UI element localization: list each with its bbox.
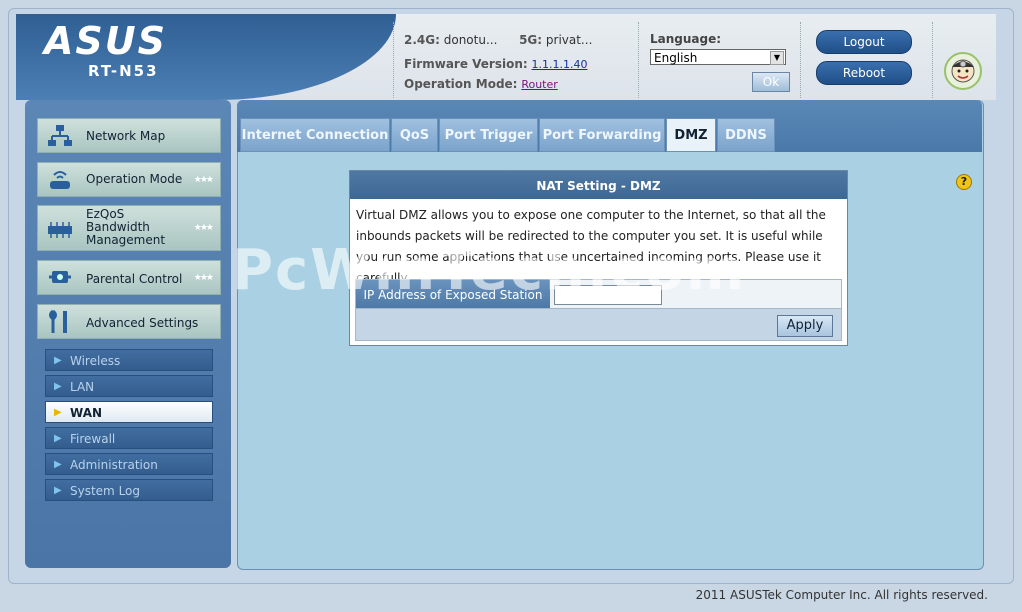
status-info: 2.4G: donotu... 5G: privat... Firmware V… xyxy=(404,32,592,96)
submenu-wireless[interactable]: ▶ Wireless xyxy=(45,349,213,371)
submenu-label: Wireless xyxy=(70,354,121,368)
arrow-right-icon: ▶ xyxy=(54,433,62,444)
arrow-right-icon: ▶ xyxy=(54,459,62,470)
apply-button[interactable]: Apply xyxy=(777,315,833,337)
tab-port-trigger[interactable]: Port Trigger xyxy=(439,118,538,152)
firmware-link[interactable]: 1.1.1.1.40 xyxy=(532,58,588,71)
watermark: PcWinTech.com xyxy=(232,238,747,303)
firmware-label: Firmware Version: xyxy=(404,57,528,71)
wrench-icon xyxy=(46,309,74,335)
network-map-icon xyxy=(46,123,74,149)
submenu-label: WAN xyxy=(70,406,103,420)
tab-dmz[interactable]: DMZ xyxy=(666,118,716,152)
menu-label: Operation Mode xyxy=(86,172,183,186)
tab-ddns[interactable]: DDNS xyxy=(717,118,775,152)
submenu-administration[interactable]: ▶ Administration xyxy=(45,453,213,475)
menu-parental-control[interactable]: Parental Control ★★★ xyxy=(37,260,221,295)
help-icon[interactable]: ? xyxy=(956,174,972,190)
menu-label-line: Bandwidth xyxy=(86,220,150,234)
tab-qos[interactable]: QoS xyxy=(391,118,438,152)
opmode-link[interactable]: Router xyxy=(521,78,557,91)
router-icon xyxy=(46,167,74,193)
arrow-right-icon: ▶ xyxy=(54,485,62,496)
language-select[interactable]: English ▼ xyxy=(650,49,786,65)
submenu-lan[interactable]: ▶ LAN xyxy=(45,375,213,397)
stars-icon: ★★★ xyxy=(193,175,214,185)
header-divider xyxy=(638,22,639,98)
header-divider xyxy=(393,22,394,98)
submenu-wan[interactable]: ▶ WAN xyxy=(45,401,213,423)
model-name: RT-N53 xyxy=(88,62,159,80)
stars-icon: ★★★ xyxy=(193,273,214,283)
submenu-label: Firewall xyxy=(70,432,116,446)
logout-button[interactable]: Logout xyxy=(816,30,912,54)
button-row: Apply xyxy=(355,309,842,341)
language-value: English xyxy=(654,51,698,65)
copyright-footer: 2011 ASUSTek Computer Inc. All rights re… xyxy=(695,588,988,602)
ssid-24-value[interactable]: donotu... xyxy=(444,33,498,47)
menu-network-map[interactable]: Network Map xyxy=(37,118,221,153)
language-ok-button[interactable]: Ok xyxy=(752,72,790,92)
submenu-label: LAN xyxy=(70,380,95,394)
menu-label: Parental Control xyxy=(86,272,183,286)
arrow-right-icon: ▶ xyxy=(54,355,62,366)
menu-label: Advanced Settings xyxy=(86,316,199,330)
ssid-5-value[interactable]: privat... xyxy=(546,33,593,47)
qos-icon xyxy=(46,216,74,242)
menu-label-line: Management xyxy=(86,233,166,247)
submenu-label: System Log xyxy=(70,484,140,498)
header-divider xyxy=(800,22,801,98)
language-label: Language: xyxy=(650,32,722,46)
menu-label: EzQoS Bandwidth Management xyxy=(86,208,165,247)
parental-control-icon xyxy=(46,265,74,291)
stars-icon: ★★★ xyxy=(193,223,214,233)
submenu-firewall[interactable]: ▶ Firewall xyxy=(45,427,213,449)
ssid-24-label: 2.4G: xyxy=(404,33,440,47)
asus-logo: ASUS xyxy=(44,19,168,63)
menu-label: Network Map xyxy=(86,129,166,143)
tab-internet-connection[interactable]: Internet Connection xyxy=(240,118,390,152)
tab-port-forwarding[interactable]: Port Forwarding xyxy=(539,118,665,152)
reboot-button[interactable]: Reboot xyxy=(816,61,912,85)
submenu-label: Administration xyxy=(70,458,158,472)
mascot-icon xyxy=(944,52,982,90)
header-divider xyxy=(932,22,933,98)
panel-title: NAT Setting - DMZ xyxy=(350,171,847,199)
menu-operation-mode[interactable]: Operation Mode ★★★ xyxy=(37,162,221,197)
menu-ezqos[interactable]: EzQoS Bandwidth Management ★★★ xyxy=(37,205,221,251)
submenu-system-log[interactable]: ▶ System Log xyxy=(45,479,213,501)
menu-label-line: EzQoS xyxy=(86,207,125,221)
opmode-label: Operation Mode: xyxy=(404,77,518,91)
ssid-5-label: 5G: xyxy=(519,33,543,47)
arrow-right-icon: ▶ xyxy=(54,407,62,418)
menu-advanced-settings[interactable]: Advanced Settings xyxy=(37,304,221,339)
chevron-down-icon[interactable]: ▼ xyxy=(770,51,784,65)
arrow-right-icon: ▶ xyxy=(54,381,62,392)
